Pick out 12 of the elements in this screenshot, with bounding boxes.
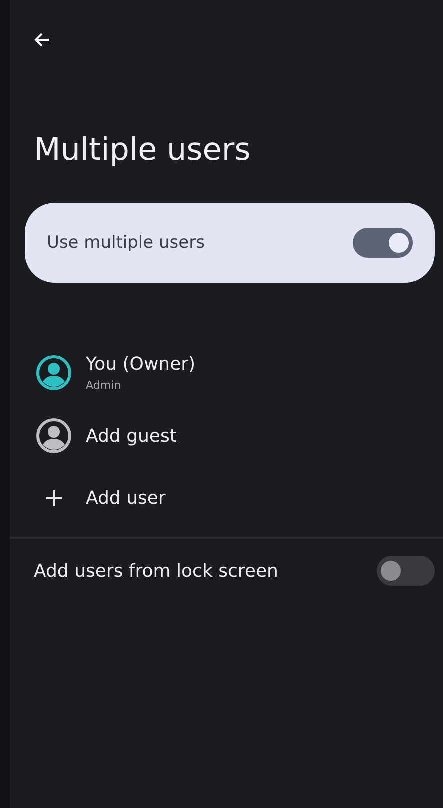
user-item[interactable]: You (Owner)	[86, 354, 196, 376]
setting-label: Add users from lock screen	[34, 560, 278, 582]
page-title: Multiple users	[34, 132, 252, 170]
user-item[interactable]: Add guest	[86, 426, 177, 447]
toggle-switch[interactable]	[353, 228, 413, 258]
user-item[interactable]: Add user	[86, 488, 166, 509]
main-switch-card[interactable]: Use multiple users	[25, 203, 435, 284]
user-role: Admin	[86, 379, 122, 392]
user-avatar-icon	[36, 418, 72, 454]
switch-label: Use multiple users	[47, 233, 205, 254]
toggle-switch[interactable]	[377, 556, 435, 586]
user-avatar-icon	[36, 355, 72, 392]
